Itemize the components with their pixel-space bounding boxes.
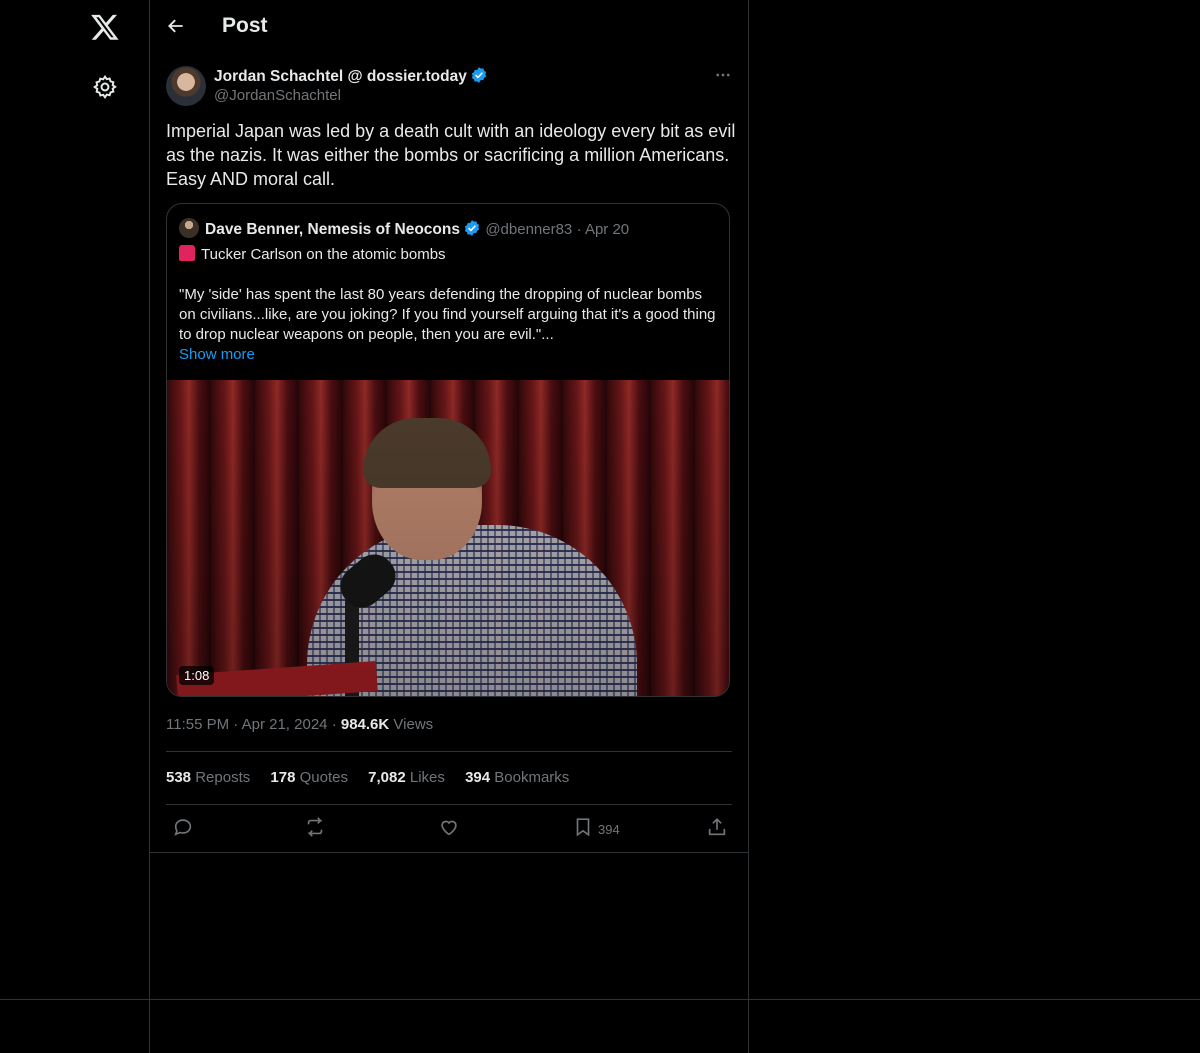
post-author: Jordan Schachtel @ dossier.today @Jordan… <box>166 66 732 106</box>
action-bar: 394 <box>166 816 732 842</box>
author-name-line[interactable]: Jordan Schachtel @ dossier.today <box>214 66 488 86</box>
views-label: Views <box>393 716 434 733</box>
post-column: Post Jordan Schachtel @ dossier.today @J… <box>150 0 748 853</box>
quote-header: Dave Benner, Nemesis of Neocons @dbenner… <box>179 218 629 239</box>
avatar[interactable] <box>166 66 206 106</box>
x-logo-icon[interactable] <box>90 12 120 42</box>
post-time[interactable]: 11:55 PM <box>166 716 229 733</box>
video-duration-badge: 1:08 <box>179 666 215 685</box>
likes-stat[interactable]: 7,082 Likes <box>368 769 445 786</box>
verified-icon <box>470 66 488 84</box>
back-arrow-icon[interactable] <box>166 16 188 38</box>
quote-author-name[interactable]: Dave Benner, Nemesis of Neocons <box>205 221 460 238</box>
author-handle[interactable]: @JordanSchachtel <box>214 87 341 104</box>
siren-icon <box>179 245 195 261</box>
divider-meta <box>166 751 732 752</box>
post-bottom-divider <box>150 852 748 853</box>
meta-separator: · <box>331 716 341 733</box>
quote-avatar[interactable] <box>179 218 199 238</box>
show-more-link[interactable]: Show more <box>179 346 255 363</box>
page-title: Post <box>222 14 268 37</box>
post-meta: 11:55 PM · Apr 21, 2024 · 984.6K Views <box>166 716 433 733</box>
quoted-post[interactable]: Dave Benner, Nemesis of Neocons @dbenner… <box>166 203 730 697</box>
video-shade <box>167 380 729 696</box>
gear-icon[interactable] <box>92 74 118 100</box>
bookmark-icon[interactable] <box>572 816 594 838</box>
column-divider-right <box>748 0 749 1053</box>
reply-icon[interactable] <box>172 816 194 838</box>
quote-date: Apr 20 <box>584 221 630 238</box>
bottom-divider <box>0 999 1200 1000</box>
like-icon[interactable] <box>438 816 460 838</box>
quote-first-line-text: Tucker Carlson on the atomic bombs <box>201 246 446 263</box>
quotes-stat[interactable]: 178 Quotes <box>270 769 348 786</box>
verified-icon <box>463 219 481 237</box>
post-stats: 538 Reposts 178 Quotes 7,082 Likes 394 B… <box>166 769 585 786</box>
post-text: Imperial Japan was led by a death cult w… <box>166 121 736 189</box>
quote-first-line: Tucker Carlson on the atomic bombs <box>179 245 446 263</box>
left-nav <box>0 0 149 1053</box>
share-icon[interactable] <box>706 816 728 838</box>
bookmark-count: 394 <box>598 822 620 837</box>
reposts-stat[interactable]: 538 Reposts <box>166 769 250 786</box>
meta-separator: · <box>233 716 242 733</box>
repost-icon[interactable] <box>304 816 326 838</box>
author-name[interactable]: Jordan Schachtel @ dossier.today <box>214 68 467 85</box>
video-player[interactable]: 1:08 <box>167 380 729 696</box>
column-divider-left <box>149 0 150 1053</box>
post-date[interactable]: Apr 21, 2024 <box>242 716 328 733</box>
quote-separator: · <box>576 221 585 238</box>
divider-stats <box>166 804 732 805</box>
quote-body: "My 'side' has spent the last 80 years d… <box>179 286 716 343</box>
views-count: 984.6K <box>340 716 390 733</box>
post-header: Post <box>150 0 748 54</box>
bookmarks-stat[interactable]: 394 Bookmarks <box>465 769 569 786</box>
more-icon[interactable] <box>714 66 732 84</box>
quote-author-handle[interactable]: @dbenner83 <box>485 221 572 238</box>
